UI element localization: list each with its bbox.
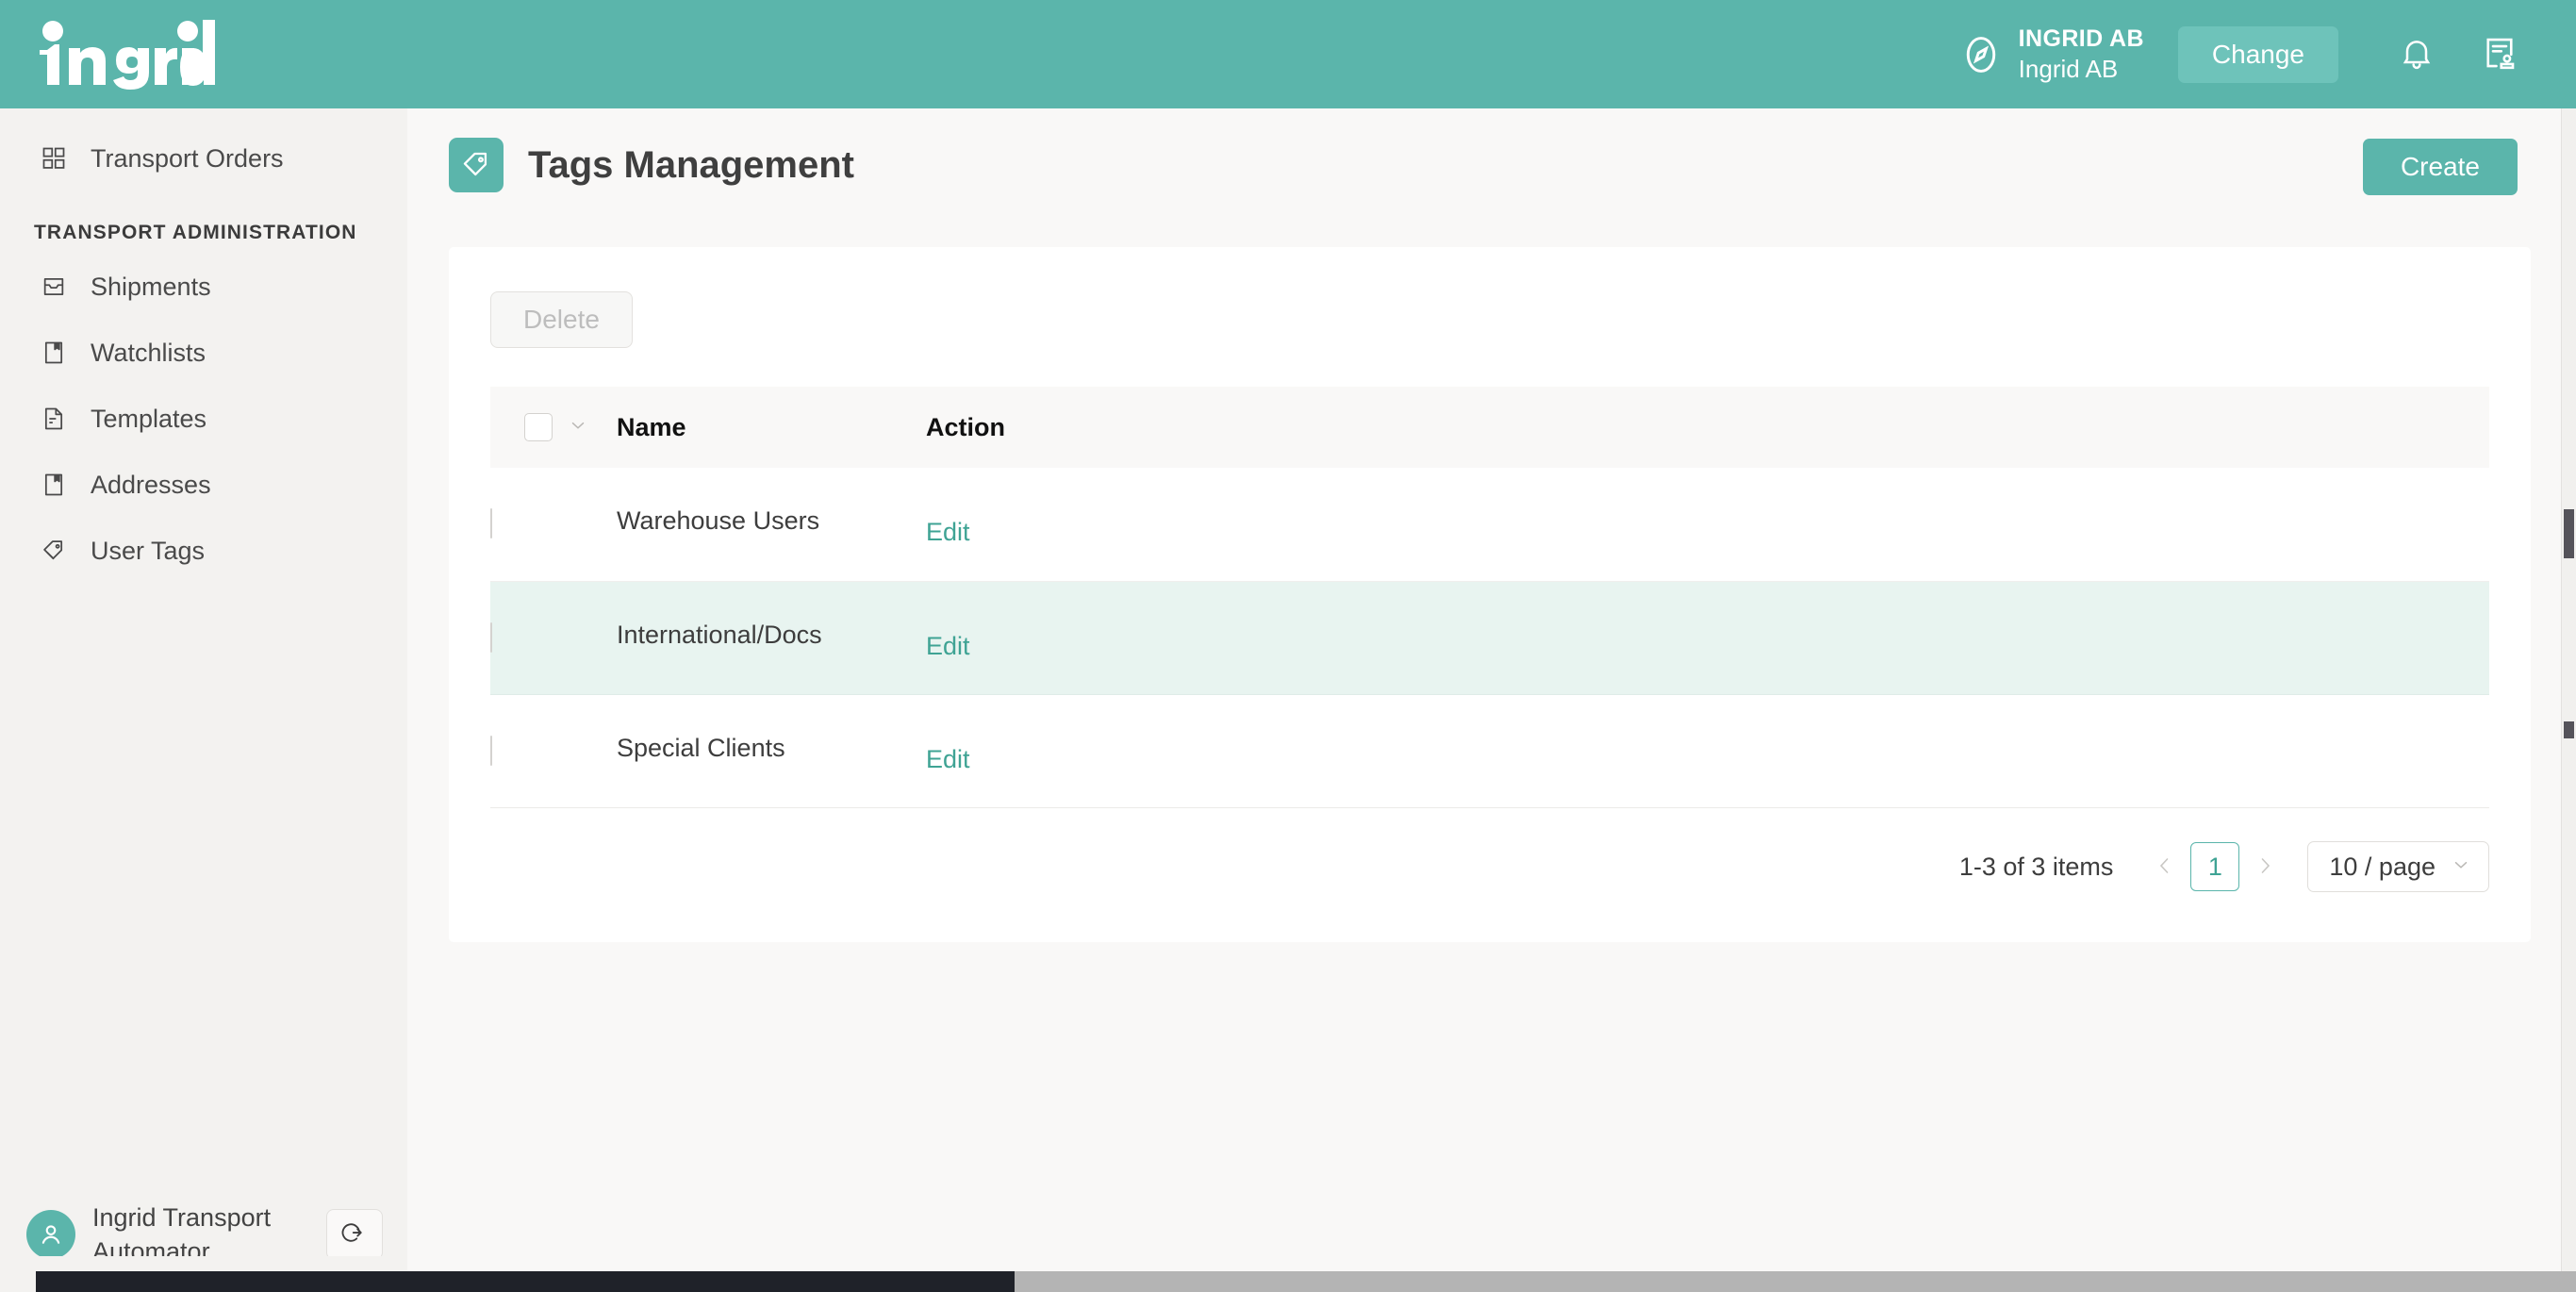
sidebar-section-title: TRANSPORT ADMINISTRATION	[34, 222, 357, 243]
scrollbar-gutter	[0, 1271, 36, 1292]
table-row[interactable]: International/Docs Edit	[490, 581, 2489, 695]
row-checkbox[interactable]	[490, 508, 492, 539]
row-action-cell: Edit	[926, 468, 2489, 582]
row-action-cell: Edit	[926, 694, 2489, 808]
tags-card: Delete Name Action Warehouse Users Edit …	[449, 247, 2531, 942]
sidebar-item-shipments[interactable]: Shipments	[0, 257, 407, 316]
tag-icon	[40, 537, 68, 565]
column-header-action: Action	[926, 387, 2489, 468]
organization-name: INGRID AB	[2018, 25, 2144, 52]
page-header: Tags Management Create	[407, 108, 2563, 222]
scrollbar-marker	[2564, 509, 2574, 558]
sidebar-item-label: User Tags	[91, 536, 206, 565]
scrollbar-marker	[2564, 721, 2574, 738]
create-button[interactable]: Create	[2362, 139, 2518, 195]
horizontal-scrollbar[interactable]	[0, 1271, 2576, 1292]
row-select-cell	[490, 581, 617, 695]
sidebar-item-transport-orders[interactable]: Transport Orders	[0, 129, 407, 188]
table-row[interactable]: Special Clients Edit	[490, 694, 2489, 808]
bookmark-document-icon	[40, 339, 68, 367]
edit-link[interactable]: Edit	[926, 745, 970, 773]
row-checkbox[interactable]	[490, 735, 492, 766]
tag-name: Warehouse Users	[617, 506, 820, 536]
pagination-page-1[interactable]: 1	[2190, 842, 2240, 891]
logout-icon	[340, 1218, 369, 1251]
grid-icon	[40, 144, 68, 173]
main-content: Tags Management Create Delete Name Actio…	[407, 108, 2563, 1292]
pagination-total: 1-3 of 3 items	[1958, 852, 2114, 881]
page-size-label: 10 / page	[2329, 852, 2436, 881]
row-name-cell: Special Clients	[617, 694, 926, 808]
top-header: INGRID AB Ingrid AB Change	[0, 0, 2576, 108]
logout-button[interactable]	[326, 1209, 383, 1260]
sidebar-item-templates[interactable]: Templates	[0, 389, 407, 448]
tag-icon	[449, 138, 504, 192]
sidebar-item-label: Addresses	[91, 470, 211, 499]
sidebar-item-user-tags[interactable]: User Tags	[0, 522, 407, 580]
app-root: INGRID AB Ingrid AB Change Transport Ord…	[0, 0, 2576, 1292]
header-select-cell	[490, 387, 617, 468]
row-name-cell: International/Docs	[617, 581, 926, 695]
horizontal-scrollbar-thumb[interactable]	[36, 1271, 1015, 1292]
organization-subname: Ingrid AB	[2018, 54, 2119, 83]
organization-text: INGRID AB Ingrid AB	[2019, 25, 2144, 85]
chevron-down-icon[interactable]	[568, 413, 588, 442]
row-action-cell: Edit	[926, 581, 2489, 695]
avatar	[26, 1210, 75, 1259]
tag-name: International/Docs	[617, 620, 822, 649]
table-header-row: Name Action	[490, 387, 2489, 468]
document-user-icon	[2480, 33, 2519, 75]
pagination-prev-button[interactable]	[2143, 845, 2187, 888]
row-checkbox[interactable]	[490, 621, 492, 653]
delete-button[interactable]: Delete	[490, 291, 633, 348]
table-row[interactable]: Warehouse Users Edit	[490, 468, 2489, 582]
sidebar-item-label: Watchlists	[91, 338, 206, 367]
header-right-group: INGRID AB Ingrid AB Change	[1960, 0, 2576, 108]
page-size-select[interactable]: 10 / page	[2307, 841, 2489, 892]
sidebar-item-watchlists[interactable]: Watchlists	[0, 323, 407, 382]
row-select-cell	[490, 694, 617, 808]
tag-name: Special Clients	[617, 733, 785, 762]
column-header-name: Name	[617, 387, 926, 468]
pagination: 1-3 of 3 items 1 10 / page	[1959, 841, 2489, 892]
edit-link[interactable]: Edit	[926, 632, 970, 660]
chevron-left-icon	[2154, 854, 2176, 880]
sidebar: Transport Orders TRANSPORT ADMINISTRATIO…	[0, 108, 407, 1292]
sidebar-item-addresses[interactable]: Addresses	[0, 456, 407, 514]
row-select-cell	[490, 468, 617, 582]
sidebar-bottom-corner	[0, 1256, 407, 1271]
contracts-button[interactable]	[2472, 27, 2527, 82]
pagination-next-button[interactable]	[2243, 845, 2287, 888]
tags-table: Name Action Warehouse Users Edit Interna…	[490, 387, 2489, 808]
file-text-icon	[40, 405, 68, 433]
page-title: Tags Management	[528, 143, 854, 186]
chevron-down-icon	[2451, 853, 2471, 882]
sidebar-item-label: Shipments	[91, 272, 211, 301]
edit-link[interactable]: Edit	[926, 518, 970, 546]
sidebar-item-label: Templates	[91, 404, 207, 433]
notifications-button[interactable]	[2389, 27, 2444, 82]
sidebar-item-label: Transport Orders	[91, 143, 284, 173]
brand-logo[interactable]	[40, 0, 215, 108]
table-header: Name Action	[490, 387, 2489, 468]
compass-icon	[1960, 34, 2002, 75]
vertical-scrollbar[interactable]	[2561, 108, 2576, 1292]
inbox-icon	[40, 273, 68, 301]
bell-icon	[2398, 34, 2436, 75]
organization-info[interactable]: INGRID AB Ingrid AB	[1960, 25, 2144, 85]
bookmark-document-icon	[40, 471, 68, 499]
table-body: Warehouse Users Edit International/Docs	[490, 468, 2489, 808]
sidebar-nav-list: Shipments Watchlists Templates Addresses…	[0, 257, 407, 580]
change-organization-button[interactable]: Change	[2177, 25, 2338, 83]
select-all-group	[524, 413, 617, 442]
row-name-cell: Warehouse Users	[617, 468, 926, 582]
select-all-checkbox[interactable]	[524, 413, 553, 441]
chevron-right-icon	[2254, 854, 2276, 880]
